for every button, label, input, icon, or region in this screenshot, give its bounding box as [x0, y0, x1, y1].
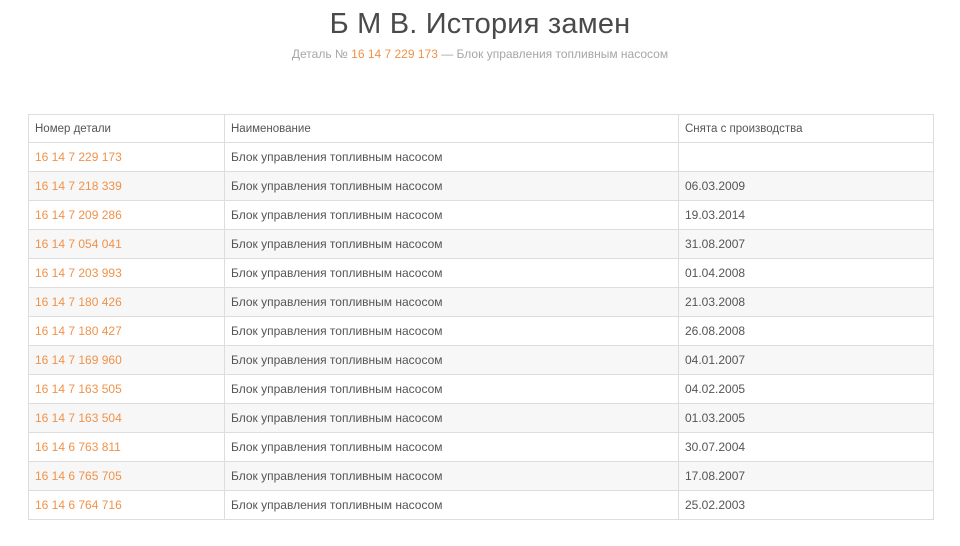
- subtitle-prefix: Деталь №: [291, 47, 352, 61]
- part-name-cell: Блок управления топливным насосом: [224, 432, 679, 462]
- part-number-link[interactable]: 16 14 7 054 041: [35, 237, 122, 251]
- column-header-discontinued: Снята с производства: [678, 114, 934, 143]
- part-number-link[interactable]: 16 14 7 180 427: [35, 324, 122, 338]
- part-name-cell: Блок управления топливным насосом: [224, 229, 679, 259]
- part-number-cell: 16 14 6 764 716: [28, 490, 225, 520]
- part-number-link[interactable]: 16 14 6 763 811: [35, 440, 121, 454]
- table-row: 16 14 7 054 041 Блок управления топливным…: [28, 229, 934, 259]
- discontinued-date-cell: 06.03.2009: [678, 171, 934, 201]
- column-header-part-number: Номер детали: [28, 114, 225, 143]
- discontinued-date-cell: 04.02.2005: [678, 374, 934, 404]
- part-name-cell: Блок управления топливным насосом: [224, 461, 679, 491]
- discontinued-date-cell: 26.08.2008: [678, 316, 934, 346]
- part-number-link[interactable]: 16 14 7 209 286: [35, 208, 122, 222]
- part-number-link[interactable]: 16 14 6 764 716: [35, 498, 122, 512]
- discontinued-date-cell: 19.03.2014: [678, 200, 934, 230]
- table-row: 16 14 7 169 960 Блок управления топливным…: [28, 345, 934, 375]
- discontinued-date-cell: 21.03.2008: [678, 287, 934, 317]
- part-number-cell: 16 14 7 169 960: [28, 345, 225, 375]
- part-number-link[interactable]: 16 14 7 218 339: [35, 179, 122, 193]
- part-number-link[interactable]: 16 14 7 229 173: [35, 150, 122, 164]
- part-number-cell: 16 14 7 180 427: [28, 316, 225, 346]
- table-row: 16 14 7 180 426 Блок управления топливным…: [28, 287, 934, 317]
- part-name-cell: Блок управления топливным насосом: [224, 374, 679, 404]
- column-header-name: Наименование: [224, 114, 679, 143]
- part-name-cell: Блок управления топливным насосом: [224, 258, 679, 288]
- discontinued-date-cell: 04.01.2007: [678, 345, 934, 375]
- discontinued-date-cell: 01.04.2008: [678, 258, 934, 288]
- table-row: 16 14 7 209 286 Блок управления топливным…: [28, 200, 934, 230]
- table-header-row: Номер детали Наименование Снята с произв…: [28, 114, 934, 143]
- part-name-cell: Блок управления топливным насосом: [224, 200, 679, 230]
- part-number-link[interactable]: 16 14 7 163 505: [35, 382, 122, 396]
- table-row: 16 14 7 229 173 Блок управления топливным…: [28, 142, 934, 172]
- discontinued-date-cell: [678, 142, 934, 172]
- part-number-link[interactable]: 16 14 7 163 504: [35, 411, 122, 425]
- page-subtitle: Деталь № 16 14 7 229 173 — Блок управлен…: [0, 45, 960, 63]
- part-name-cell: Блок управления топливным насосом: [224, 171, 679, 201]
- part-number-cell: 16 14 7 203 993: [28, 258, 225, 288]
- replacement-history-table: Номер детали Наименование Снята с произв…: [28, 114, 934, 520]
- part-number-link[interactable]: 16 14 7 169 960: [35, 353, 122, 367]
- part-name-cell: Блок управления топливным насосом: [224, 490, 679, 520]
- discontinued-date-cell: 17.08.2007: [678, 461, 934, 491]
- discontinued-date-cell: 01.03.2005: [678, 403, 934, 433]
- part-number-link[interactable]: 16 14 6 765 705: [35, 469, 122, 483]
- table-row: 16 14 7 203 993 Блок управления топливным…: [28, 258, 934, 288]
- table-row: 16 14 7 180 427 Блок управления топливным…: [28, 316, 934, 346]
- table-row: 16 14 7 163 504 Блок управления топливным…: [28, 403, 934, 433]
- part-number-cell: 16 14 7 229 173: [28, 142, 225, 172]
- part-number-cell: 16 14 7 180 426: [28, 287, 225, 317]
- subtitle-part-name: — Блок управления топливным насосом: [437, 47, 669, 61]
- table-row: 16 14 7 163 505 Блок управления топливным…: [28, 374, 934, 404]
- subtitle-part-number-link[interactable]: 16 14 7 229 173: [351, 47, 438, 61]
- replacement-history-table-container: Номер детали Наименование Снята с произв…: [28, 114, 934, 520]
- part-number-cell: 16 14 7 163 504: [28, 403, 225, 433]
- part-name-cell: Блок управления топливным насосом: [224, 403, 679, 433]
- discontinued-date-cell: 25.02.2003: [678, 490, 934, 520]
- part-number-cell: 16 14 7 054 041: [28, 229, 225, 259]
- part-number-cell: 16 14 7 218 339: [28, 171, 225, 201]
- part-number-cell: 16 14 7 163 505: [28, 374, 225, 404]
- page-title: Б М В. История замен: [329, 8, 631, 40]
- table-row: 16 14 7 218 339 Блок управления топливным…: [28, 171, 934, 201]
- part-number-cell: 16 14 6 763 811: [28, 432, 225, 462]
- part-name-cell: Блок управления топливным насосом: [224, 142, 679, 172]
- discontinued-date-cell: 31.08.2007: [678, 229, 934, 259]
- table-row: 16 14 6 765 705 Блок управления топливным…: [28, 461, 934, 491]
- part-name-cell: Блок управления топливным насосом: [224, 287, 679, 317]
- table-row: 16 14 6 763 811 Блок управления топливным…: [28, 432, 934, 462]
- table-row: 16 14 6 764 716 Блок управления топливным…: [28, 490, 934, 520]
- part-number-link[interactable]: 16 14 7 203 993: [35, 266, 122, 280]
- part-number-link[interactable]: 16 14 7 180 426: [35, 295, 122, 309]
- part-number-cell: 16 14 6 765 705: [28, 461, 225, 491]
- discontinued-date-cell: 30.07.2004: [678, 432, 934, 462]
- part-number-cell: 16 14 7 209 286: [28, 200, 225, 230]
- part-name-cell: Блок управления топливным насосом: [224, 316, 679, 346]
- part-name-cell: Блок управления топливным насосом: [224, 345, 679, 375]
